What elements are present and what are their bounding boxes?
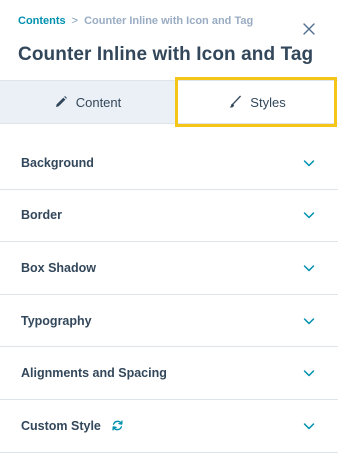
section-label: Box Shadow xyxy=(21,260,97,275)
section-label: Alignments and Spacing xyxy=(21,366,167,381)
chevron-down-icon xyxy=(303,212,315,219)
section-border[interactable]: Border xyxy=(0,190,338,243)
section-left: Border xyxy=(21,208,62,222)
refresh-icon[interactable] xyxy=(111,419,124,432)
pencil-icon xyxy=(55,96,67,107)
section-typography[interactable]: Typography xyxy=(0,295,338,348)
tab-content-label: Content xyxy=(75,94,122,110)
breadcrumb-contents-link[interactable]: Contents xyxy=(18,15,66,27)
panel-header: Contents > Counter Inline with Icon and … xyxy=(0,0,338,80)
close-button[interactable] xyxy=(300,20,318,38)
section-left: Alignments and Spacing xyxy=(21,366,167,380)
tab-bar: Content Styles xyxy=(0,80,338,124)
chevron-down-icon xyxy=(303,265,315,272)
chevron-down-icon xyxy=(303,423,315,430)
breadcrumb-current: Counter Inline with Icon and Tag xyxy=(84,15,254,27)
section-left: Box Shadow xyxy=(21,261,96,275)
chevron-down-icon xyxy=(303,317,315,324)
style-sections: Background Border Box Shadow Typography … xyxy=(0,137,338,453)
chevron-down-icon xyxy=(303,160,315,167)
section-alignments-spacing[interactable]: Alignments and Spacing xyxy=(0,347,338,400)
section-left: Typography xyxy=(21,314,92,328)
tab-styles-label: Styles xyxy=(250,94,286,110)
tab-content[interactable]: Content xyxy=(0,81,176,123)
breadcrumb-separator: > xyxy=(71,15,79,27)
section-label: Border xyxy=(21,208,62,223)
section-label: Custom Style xyxy=(21,418,101,433)
close-icon xyxy=(303,23,315,35)
breadcrumb: Contents > Counter Inline with Icon and … xyxy=(18,15,253,27)
chevron-down-icon xyxy=(303,370,315,377)
tab-styles[interactable]: Styles xyxy=(176,81,338,123)
section-box-shadow[interactable]: Box Shadow xyxy=(0,242,338,295)
section-label: Typography xyxy=(21,313,92,328)
page-title: Counter Inline with Icon and Tag xyxy=(18,44,314,65)
section-left: Background xyxy=(21,156,94,170)
section-custom-style[interactable]: Custom Style xyxy=(0,400,338,453)
section-label: Background xyxy=(21,155,94,170)
section-left: Custom Style xyxy=(21,419,124,433)
section-background[interactable]: Background xyxy=(0,137,338,190)
brush-icon xyxy=(229,95,242,108)
